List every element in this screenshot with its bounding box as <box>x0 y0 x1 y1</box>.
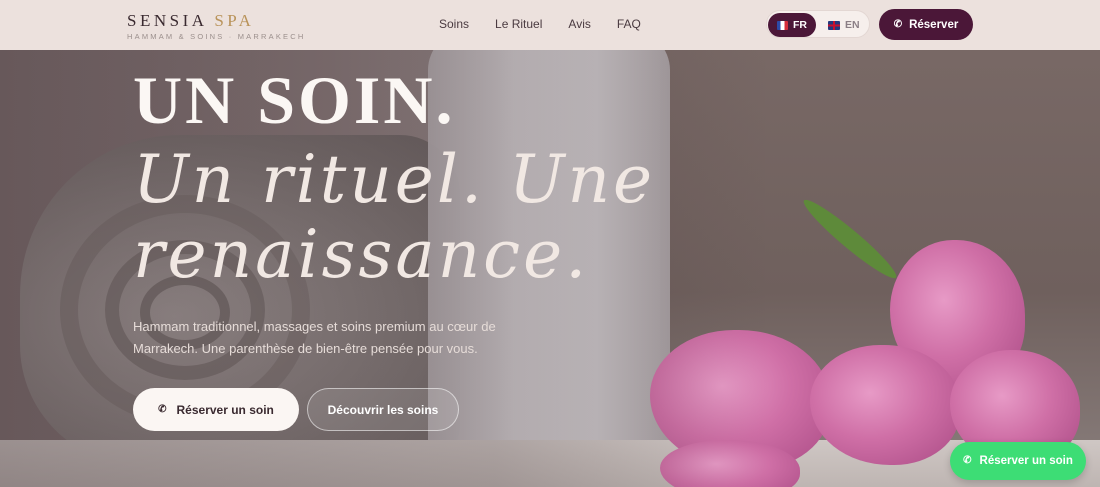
lang-fr-label: FR <box>793 19 807 31</box>
hero-title-line2: Un rituel. Une <box>133 141 656 218</box>
lang-en-label: EN <box>845 19 860 31</box>
hero-title-italic: Un rituel. Une renaissance. <box>133 141 656 293</box>
flag-fr-icon <box>777 20 788 30</box>
header-reserve-label: Réserver <box>909 18 959 31</box>
lang-en-button[interactable]: EN <box>819 13 869 37</box>
phone-icon: ✆ <box>893 18 903 30</box>
flag-uk-icon <box>828 20 840 30</box>
site-header: SENSIA SPA HAMMAM & SOINS · MARRAKECH So… <box>0 0 1100 50</box>
reserve-soin-button[interactable]: ✆ Réserver un soin <box>133 388 299 431</box>
floating-reserve-button[interactable]: ✆ Réserver un soin <box>950 442 1086 480</box>
main-nav: Soins Le Rituel Avis FAQ <box>439 17 641 31</box>
header-reserve-button[interactable]: ✆ Réserver <box>879 9 973 40</box>
hero-lead-text: Hammam traditionnel, massages et soins p… <box>133 319 496 356</box>
language-switcher: FR EN <box>766 10 870 38</box>
nav-link-faq[interactable]: FAQ <box>617 17 641 31</box>
hero-title-line1: UN SOIN. <box>133 62 456 138</box>
reserve-soin-label: Réserver un soin <box>176 402 274 417</box>
nav-link-avis[interactable]: Avis <box>568 17 590 31</box>
floating-reserve-label: Réserver un soin <box>979 455 1073 467</box>
discover-soins-label: Découvrir les soins <box>327 402 439 417</box>
phone-icon: ✆ <box>963 455 972 466</box>
brand-logo[interactable]: SENSIA SPA HAMMAM & SOINS · MARRAKECH <box>127 11 305 41</box>
discover-soins-button[interactable]: Découvrir les soins <box>307 388 459 431</box>
brand-name-main: SENSIA <box>127 11 207 30</box>
hero-title-line3: renaissance. <box>133 215 590 293</box>
brand-name: SENSIA SPA <box>127 11 305 31</box>
phone-icon: ✆ <box>158 403 167 415</box>
nav-link-soins[interactable]: Soins <box>439 17 469 31</box>
nav-link-le-rituel[interactable]: Le Rituel <box>495 17 542 31</box>
brand-tagline: HAMMAM & SOINS · MARRAKECH <box>127 32 306 41</box>
lang-fr-button[interactable]: FR <box>768 13 816 37</box>
brand-name-accent: SPA <box>214 11 255 30</box>
